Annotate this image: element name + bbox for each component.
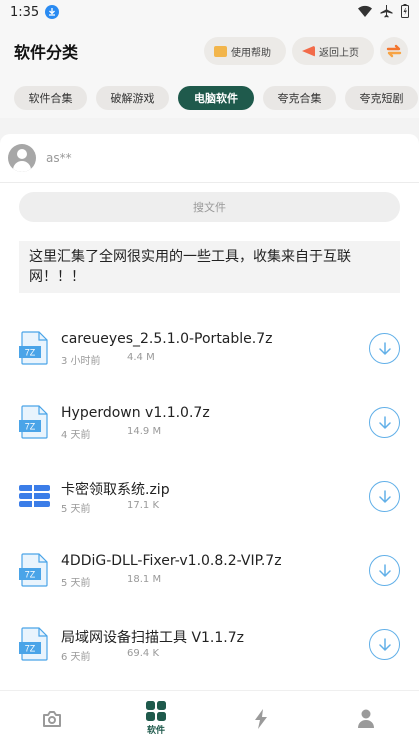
- download-button[interactable]: [369, 333, 400, 364]
- 7z-file-icon: 7Z: [19, 331, 48, 365]
- svg-text:7Z: 7Z: [25, 422, 36, 432]
- search-placeholder: 搜文件: [193, 201, 226, 214]
- help-button[interactable]: 使用帮助: [204, 37, 286, 65]
- file-size: 4.4 M: [127, 352, 155, 363]
- download-icon: [378, 415, 391, 429]
- help-book-icon: [214, 45, 227, 57]
- header: 软件分类 使用帮助 返回上页: [0, 24, 419, 78]
- back-button-label: 返回上页: [319, 47, 359, 59]
- file-size: 17.1 K: [127, 500, 160, 511]
- svg-text:7Z: 7Z: [25, 348, 36, 358]
- tab-pc-software[interactable]: 电脑软件: [178, 86, 254, 110]
- file-meta: 5 天前 18.1 M: [61, 574, 161, 589]
- wifi-icon: [358, 5, 372, 17]
- avatar: [8, 144, 36, 172]
- status-time: 1:35: [10, 4, 40, 20]
- camera-icon: [43, 710, 61, 727]
- svg-text:7Z: 7Z: [25, 570, 36, 580]
- download-button[interactable]: [369, 555, 400, 586]
- tab-software-collection[interactable]: 软件合集: [14, 86, 87, 110]
- file-name: 4DDiG-DLL-Fixer-v1.0.8.2-VIP.7z: [61, 553, 282, 569]
- list-item[interactable]: 7Z 4DDiG-DLL-Fixer-v1.0.8.2-VIP.7z 5 天前 …: [0, 541, 419, 601]
- nav-item-home[interactable]: [0, 691, 104, 745]
- download-button[interactable]: [369, 629, 400, 660]
- download-status-icon: [45, 5, 60, 19]
- file-time: 5 天前: [61, 504, 91, 515]
- download-icon: [378, 489, 391, 503]
- file-name: Hyperdown v1.1.0.7z: [61, 405, 210, 421]
- svg-text:7Z: 7Z: [25, 644, 36, 654]
- swap-button[interactable]: [380, 37, 408, 65]
- 7z-file-icon: 7Z: [19, 553, 48, 587]
- 7z-file-icon: 7Z: [19, 627, 48, 661]
- download-icon: [378, 341, 391, 355]
- swap-icon: [386, 44, 402, 58]
- tab-cracked-games[interactable]: 破解游戏: [96, 86, 169, 110]
- page-title: 软件分类: [14, 43, 79, 62]
- file-time: 6 天前: [61, 652, 91, 663]
- notice-text: 这里汇集了全网很实用的一些工具，收集来自于互联网！！！: [19, 241, 400, 293]
- list-item[interactable]: 卡密领取系统.zip 5 天前 17.1 K: [0, 467, 419, 527]
- download-button[interactable]: [369, 481, 400, 512]
- tab-quark-dramas[interactable]: 夸克短剧: [345, 86, 418, 110]
- file-name: careueyes_2.5.1.0-Portable.7z: [61, 331, 273, 347]
- bolt-icon: [255, 708, 267, 729]
- status-bar: 1:35: [0, 0, 419, 24]
- file-meta: 6 天前 69.4 K: [61, 648, 159, 663]
- nav-item-software[interactable]: 软件: [104, 691, 208, 745]
- file-name: 局域网设备扫描工具 V1.1.7z: [61, 630, 244, 646]
- file-meta: 5 天前 17.1 K: [61, 500, 159, 515]
- file-time: 4 天前: [61, 430, 91, 441]
- nav-item-profile[interactable]: [314, 691, 418, 745]
- username: as**: [46, 151, 72, 165]
- download-icon: [378, 637, 391, 651]
- back-arrow-icon: [302, 45, 315, 57]
- list-item[interactable]: 7Z 局域网设备扫描工具 V1.1.7z 6 天前 69.4 K: [0, 615, 419, 675]
- back-button[interactable]: 返回上页: [292, 37, 374, 65]
- bottom-nav: 软件: [0, 690, 419, 745]
- category-tabs: 软件合集 破解游戏 电脑软件 夸克合集 夸克短剧: [0, 78, 419, 118]
- download-icon: [378, 563, 391, 577]
- tab-quark-collection[interactable]: 夸克合集: [263, 86, 336, 110]
- file-meta: 3 小时前 4.4 M: [61, 352, 155, 367]
- help-button-label: 使用帮助: [231, 47, 271, 59]
- 7z-file-icon: 7Z: [19, 405, 48, 439]
- nav-label-software: 软件: [146, 726, 165, 736]
- file-time: 5 天前: [61, 578, 91, 589]
- search-input[interactable]: 搜文件: [19, 192, 400, 222]
- battery-icon: [401, 4, 409, 18]
- file-size: 14.9 M: [127, 426, 162, 437]
- list-item[interactable]: 7Z careueyes_2.5.1.0-Portable.7z 3 小时前 4…: [0, 319, 419, 379]
- file-name: 卡密领取系统.zip: [61, 482, 170, 498]
- airplane-icon: [380, 4, 393, 17]
- person-icon: [358, 709, 374, 728]
- divider: [0, 182, 419, 183]
- zip-file-icon: [19, 485, 50, 507]
- grid-icon: [146, 701, 166, 721]
- nav-item-flash[interactable]: [209, 691, 313, 745]
- list-item[interactable]: 7Z Hyperdown v1.1.0.7z 4 天前 14.9 M: [0, 393, 419, 453]
- file-size: 18.1 M: [127, 574, 162, 585]
- file-meta: 4 天前 14.9 M: [61, 426, 161, 441]
- user-row[interactable]: as**: [8, 144, 72, 172]
- download-button[interactable]: [369, 407, 400, 438]
- file-size: 69.4 K: [127, 648, 160, 659]
- content-card: as** 搜文件 这里汇集了全网很实用的一些工具，收集来自于互联网！！！ 7Z …: [0, 134, 419, 690]
- file-time: 3 小时前: [61, 356, 101, 367]
- status-icons: [358, 4, 409, 18]
